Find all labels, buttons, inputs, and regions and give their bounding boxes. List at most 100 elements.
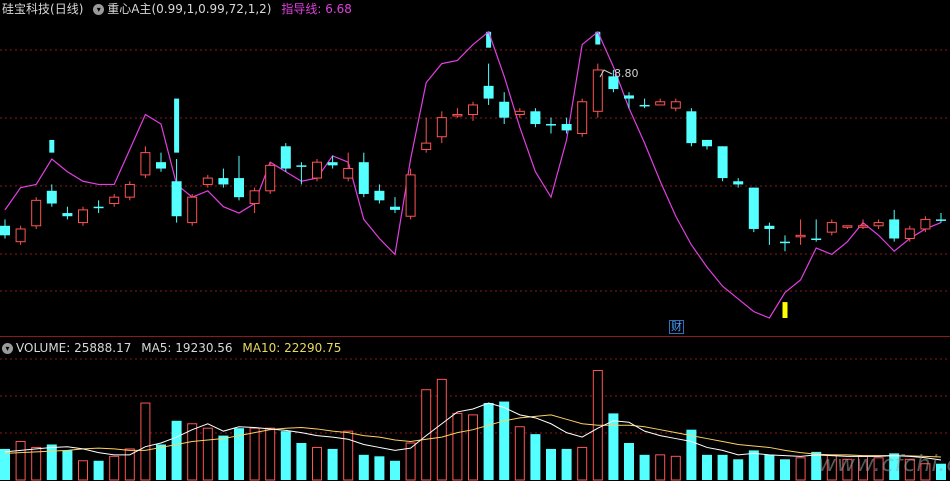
- candle-body-down: [889, 219, 900, 239]
- candle-body-down: [686, 111, 697, 144]
- volume-bar-up: [468, 414, 478, 481]
- price-panel[interactable]: 硅宝科技(日线) ▾ 重心A主(0.99,1,0.99,72,1,2) 指导线: …: [0, 0, 950, 336]
- volume-bar-up: [655, 454, 666, 481]
- candle-body-up: [514, 110, 525, 115]
- guide-value: 6.68: [325, 2, 352, 16]
- finance-badge[interactable]: 财: [669, 320, 684, 334]
- period-label: (日线): [50, 2, 84, 16]
- volume-bar-up: [15, 441, 26, 481]
- candle-body-up: [343, 168, 354, 179]
- candle-body-down: [733, 181, 744, 185]
- volume-toggle-icon[interactable]: ▾: [2, 343, 13, 354]
- candle-body-down: [702, 139, 712, 147]
- candle-body-down: [483, 85, 494, 99]
- candle-body-down: [62, 213, 73, 217]
- candle-body-down: [46, 190, 57, 204]
- volume-bar-down: [93, 460, 104, 480]
- candle-body-down: [811, 238, 822, 240]
- volume-bar-down: [780, 459, 790, 480]
- price-header: 硅宝科技(日线) ▾ 重心A主(0.99,1,0.99,72,1,2) 指导线: …: [2, 0, 352, 18]
- candle-body-up: [655, 101, 666, 106]
- buy-signal-bar: [49, 139, 55, 153]
- volume-bar-down: [530, 434, 541, 480]
- volume-chart[interactable]: [0, 337, 950, 481]
- volume-bar-down: [62, 450, 73, 480]
- candle-body-down: [748, 187, 759, 229]
- volume-bar-up: [436, 378, 447, 481]
- site-watermark: www.cfchi.com: [818, 452, 950, 477]
- volume-panel[interactable]: ▾ VOLUME: 25888.17 MA5: 19230.56 MA10: 22…: [0, 336, 950, 481]
- volume-bar-down: [296, 443, 307, 480]
- sell-signal-bar: [782, 302, 788, 318]
- ma10-label: MA10:: [242, 341, 281, 355]
- volume-bar-up: [187, 423, 198, 481]
- candle-body-down: [499, 101, 510, 118]
- volume-bar-down: [561, 448, 572, 480]
- volume-bar-down: [156, 444, 166, 480]
- candle-body-down: [156, 162, 166, 169]
- candle-body-down: [171, 181, 182, 217]
- peak-price-label: 8.80: [614, 67, 639, 80]
- candle-body-up: [904, 228, 915, 240]
- candle-body-up: [31, 199, 42, 227]
- volume-bar-down: [546, 448, 556, 480]
- ma10-value: 22290.75: [284, 341, 342, 355]
- volume-bar-down: [639, 454, 650, 480]
- candle-body-up: [109, 196, 120, 205]
- volume-bar-up: [265, 427, 276, 481]
- volume-bar-up: [514, 426, 525, 481]
- volume-bar-down: [374, 456, 385, 480]
- volume-bar-down: [717, 454, 728, 480]
- candle-body-down: [296, 165, 307, 167]
- candle-body-down: [0, 225, 10, 236]
- volume-bar-up: [577, 446, 588, 481]
- volume-bar-up: [421, 389, 432, 481]
- candle-body-up: [202, 177, 213, 185]
- volume-bar-up: [312, 446, 322, 481]
- candle-body-down: [530, 111, 541, 125]
- volume-bar-down: [686, 429, 697, 480]
- volume-bar-down: [764, 454, 775, 480]
- candle-body-up: [124, 183, 135, 198]
- candle-body-down: [561, 124, 572, 131]
- candle-body-up: [873, 222, 884, 227]
- candle-body-up: [78, 209, 88, 224]
- candle-body-up: [249, 190, 260, 205]
- indicator-toggle-icon[interactable]: ▾: [93, 4, 105, 15]
- candle-body-up: [405, 174, 416, 217]
- volume-bar-down: [218, 435, 229, 480]
- buy-signal-bar: [174, 98, 180, 153]
- candle-body-down: [624, 95, 634, 99]
- symbol-title: 硅宝科技(日线): [2, 2, 83, 16]
- volume-bar-up: [670, 455, 681, 481]
- buy-signal-bar: [486, 31, 492, 48]
- candle-body-down: [639, 104, 650, 107]
- symbol-name: 硅宝科技: [2, 2, 51, 16]
- candle-body-up: [436, 117, 447, 138]
- candle-body-down: [234, 178, 244, 198]
- candle-body-up: [577, 101, 588, 135]
- volume-value: 25888.17: [74, 341, 132, 355]
- volume-bar-down: [358, 454, 369, 480]
- candle-body-up: [140, 152, 151, 176]
- candle-body-down: [936, 219, 946, 221]
- volume-bar-up: [78, 460, 88, 481]
- candle-body-up: [452, 113, 463, 117]
- candle-body-up: [920, 218, 931, 230]
- price-chart[interactable]: [0, 0, 950, 336]
- volume-bar-down: [280, 431, 291, 480]
- volume-bar-down: [46, 444, 57, 480]
- ma5-value: 19230.56: [175, 341, 233, 355]
- candle-body-up: [826, 222, 837, 233]
- indicator-name[interactable]: 重心A主: [107, 2, 151, 16]
- candle-body-down: [93, 206, 104, 209]
- candle-body-up: [795, 234, 806, 238]
- volume-bar-down: [624, 443, 634, 480]
- indicator-params: (0.99,1,0.99,72,1,2): [151, 2, 272, 16]
- volume-bar-up: [249, 427, 260, 481]
- candle-body-down: [764, 225, 775, 229]
- candle-body-down: [717, 146, 728, 179]
- candle-body-down: [218, 178, 229, 185]
- volume-bar-up: [202, 427, 213, 481]
- volume-header: ▾ VOLUME: 25888.17 MA5: 19230.56 MA10: 22…: [2, 339, 341, 357]
